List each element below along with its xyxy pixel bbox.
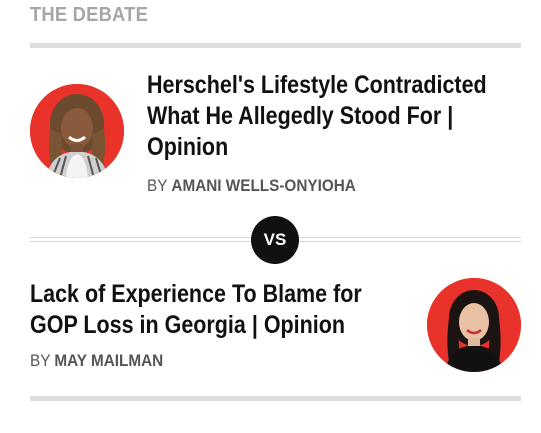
article-byline-1: BY AMANI WELLS-ONYIOHA: [147, 176, 356, 196]
section-title: THE DEBATE: [30, 4, 149, 26]
section-divider-bottom: [30, 396, 521, 401]
author-photo-icon: [30, 84, 124, 178]
author-link-may[interactable]: MAY MAILMAN: [54, 351, 163, 370]
author-link-amani[interactable]: AMANI WELLS-ONYIOHA: [171, 176, 355, 195]
article-headline-2[interactable]: Lack of Experience To Blame for GOP Loss…: [30, 279, 408, 341]
versus-badge: VS: [251, 216, 299, 264]
byline-prefix: BY: [147, 176, 168, 195]
section-divider-top: [30, 43, 521, 48]
article-headline-1[interactable]: Herschel's Lifestyle Contradicted What H…: [147, 70, 508, 163]
author-avatar-amani[interactable]: [30, 84, 124, 178]
author-photo-icon: [427, 278, 521, 372]
byline-prefix: BY: [30, 351, 51, 370]
article-byline-2: BY MAY MAILMAN: [30, 351, 163, 371]
author-avatar-may[interactable]: [427, 278, 521, 372]
